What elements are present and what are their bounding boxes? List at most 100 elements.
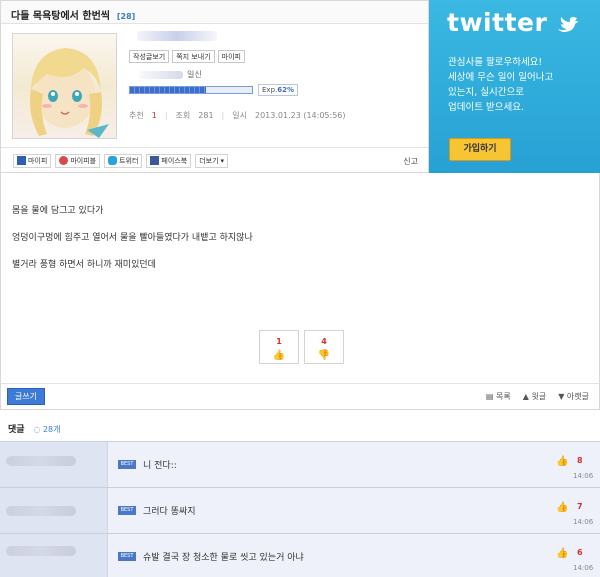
share-more-label: 더보기 [199, 156, 219, 165]
prev-post-label: 윗글 [531, 392, 547, 401]
share-mypi-label: 마이피 [28, 156, 48, 165]
upvote-count: 1 [276, 337, 282, 346]
comment-time: 14:06 [573, 564, 594, 572]
reply-count[interactable]: [28] [117, 12, 135, 21]
next-post-label: 아랫글 [566, 392, 589, 401]
body-line: 엉덩이구멍에 힘주고 열어서 물을 빨아들였다가 내뱉고 하지않나 [12, 233, 253, 243]
best-badge: BEST [118, 552, 136, 561]
date-value: 2013.01.23 (14:05:56) [254, 111, 346, 120]
downvote-button[interactable]: 4 👎 [304, 330, 344, 364]
twitter-bird-icon [108, 156, 118, 165]
exp-row: Exp.62% [129, 84, 419, 96]
mypi-button[interactable]: 마이피 [217, 50, 245, 63]
twitter-message-line: 있는지, 실시간으로 [448, 87, 524, 98]
comment-row: BEST 니 전다:: 👍 8 14:06 [0, 441, 600, 487]
twitter-message-line: 업데이트 받으세요. [448, 102, 524, 113]
twitter-bird-logo-icon [557, 16, 578, 32]
comment-row: BEST 슈발 결국 장 청소한 물로 씻고 있는거 아냐 👍 6 14:06 [0, 533, 600, 577]
exp-label-prefix: Exp. [262, 86, 278, 94]
level-row: 일신 [139, 69, 419, 80]
prev-post-link[interactable]: ▲ 윗글 [523, 391, 546, 402]
author-actions: 작성글보기 쪽지 보내기 마이피 [129, 50, 419, 63]
mypiple-icon [59, 156, 69, 165]
post-title-bar: 다들 목욕탕에서 한번씩 [28] [1, 1, 428, 24]
exp-progress-fill [130, 87, 206, 93]
comment-score: 6 [577, 548, 583, 557]
post-nav-links: ▤ 목록 ▲ 윗글 ▼ 아랫글 [486, 391, 589, 402]
twitter-ad[interactable]: twitter 관심사를 팔로우하세요! 세상에 무슨 일이 일어나고 있는지,… [429, 0, 600, 173]
write-button[interactable]: 글쓰기 [7, 388, 45, 405]
facebook-icon [150, 156, 160, 165]
comment-time: 14:06 [573, 518, 594, 526]
list-label: 목록 [496, 392, 511, 401]
exp-progress-bar [129, 86, 253, 94]
avatar[interactable] [12, 33, 117, 139]
exp-percent: 62% [277, 86, 294, 94]
comments-header: 댓글 ◌ 28개 [0, 410, 600, 442]
share-facebook-button[interactable]: 페이스북 [146, 153, 192, 168]
post-header: 다들 목욕탕에서 한번씩 [28] 작성글보기 쪽지 보내기 마이피 일신 Ex… [0, 0, 429, 173]
comment-like-icon[interactable]: 👍 [556, 548, 568, 559]
twitter-join-button[interactable]: 가입하기 [449, 138, 511, 161]
post-body: 몸을 물에 담그고 있다가 엉덩이구멍에 힘주고 열어서 물을 빨아들였다가 내… [0, 173, 600, 410]
arrow-down-icon: ▼ [558, 392, 567, 401]
share-twitter-button[interactable]: 트위터 [104, 153, 143, 168]
comment-text: 니 전다:: [143, 461, 177, 471]
level-badge-blurred [139, 70, 183, 79]
best-badge: BEST [118, 506, 136, 515]
comment-like-icon[interactable]: 👍 [556, 456, 568, 467]
avatar-illustration [30, 48, 109, 138]
thumbs-down-icon: 👎 [317, 350, 331, 361]
comments-count: ◌ 28개 [33, 425, 60, 434]
comment-score: 8 [577, 456, 583, 465]
share-mypi-button[interactable]: 마이피 [13, 153, 52, 168]
date-label: 일시 [232, 111, 247, 120]
share-mypiple-button[interactable]: 마이피블 [55, 153, 101, 168]
best-badge: BEST [118, 460, 136, 469]
share-mypiple-label: 마이피블 [70, 156, 97, 165]
upvote-button[interactable]: 1 👍 [259, 330, 299, 364]
comment-text: 그러다 똥싸지 [143, 507, 196, 517]
report-link[interactable]: 신고 [403, 156, 418, 167]
author-name-blurred [137, 31, 217, 41]
share-twitter-label: 트위터 [119, 156, 139, 165]
view-posts-button[interactable]: 작성글보기 [129, 50, 170, 63]
level-text: 일신 [187, 70, 202, 79]
twitter-logo: twitter [447, 8, 579, 37]
comments-count-text: 28개 [42, 425, 61, 434]
twitter-message-line: 세상에 무슨 일이 일어나고 [448, 72, 554, 83]
list-link[interactable]: ▤ 목록 [486, 391, 511, 402]
twitter-message-line: 관심사를 팔로우하세요! [448, 57, 543, 68]
comment-time: 14:06 [573, 472, 594, 480]
next-post-link[interactable]: ▼ 아랫글 [558, 391, 589, 402]
exp-label: Exp.62% [258, 84, 298, 96]
list-icon: ▤ [485, 392, 497, 401]
share-bar: 마이피 마이피블 트위터 페이스북 더보기 ▾ 신고 [1, 147, 428, 173]
share-more-dropdown[interactable]: 더보기 ▾ [195, 153, 229, 168]
post-stats: 추천 1 | 조회 281 | 일시 2013.01.23 (14:05:56) [129, 111, 346, 120]
comment-score: 7 [577, 502, 583, 511]
mypi-icon [17, 156, 26, 165]
comment-author-blurred[interactable] [0, 534, 108, 577]
comment-text: 슈발 결국 장 청소한 물로 씻고 있는거 아냐 [143, 553, 304, 563]
comment-author-blurred[interactable] [0, 442, 108, 487]
comments-title: 댓글 [8, 425, 25, 435]
comment-author-blurred[interactable] [0, 488, 108, 533]
twitter-logo-text: twitter [447, 8, 548, 37]
comment-row: BEST 그러다 똥싸지 👍 7 14:06 [0, 487, 600, 533]
views-value: 281 [198, 111, 214, 120]
comment-bubble-icon: ◌ [33, 425, 43, 434]
chevron-down-icon: ▾ [220, 156, 225, 165]
thumbs-up-icon: 👍 [272, 350, 286, 361]
twitter-message: 관심사를 팔로우하세요! 세상에 무슨 일이 일어나고 있는지, 실시간으로 업… [448, 55, 598, 115]
body-line: 별거라 풍형 하면서 하니까 재미있던데 [12, 260, 156, 270]
views-label: 조회 [175, 111, 191, 120]
author-info: 작성글보기 쪽지 보내기 마이피 일신 Exp.62% 추천 1 | 조회 28… [129, 31, 419, 121]
comment-like-icon[interactable]: 👍 [556, 502, 568, 513]
post-toolbar: 글쓰기 ▤ 목록 ▲ 윗글 ▼ 아랫글 [0, 383, 600, 410]
post-title: 다들 목욕탕에서 한번씩 [11, 11, 110, 22]
recommend-label: 추천 [129, 111, 144, 120]
share-facebook-label: 페이스북 [161, 156, 188, 165]
send-message-button[interactable]: 쪽지 보내기 [172, 50, 215, 63]
body-line: 몸을 물에 담그고 있다가 [12, 206, 104, 216]
